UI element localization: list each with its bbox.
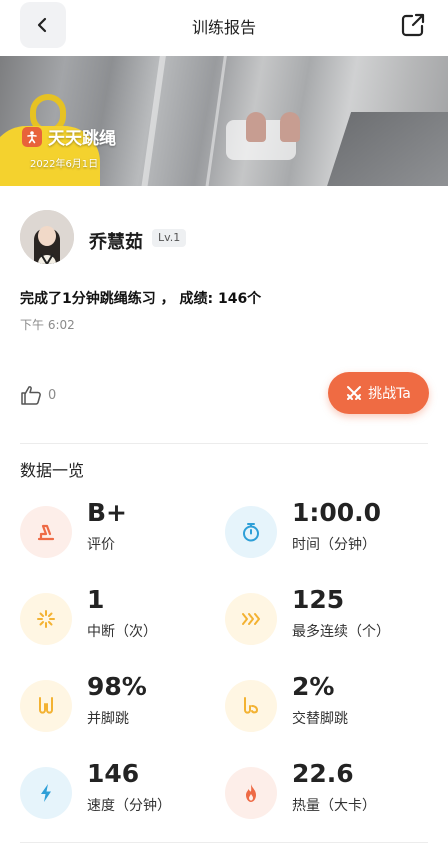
- stat-interruptions: 1 中断（次）: [20, 585, 220, 655]
- like-count: 0: [48, 387, 57, 403]
- banner-date: 2022年6月1日: [30, 159, 99, 170]
- brand-name: 天天跳绳: [48, 129, 116, 149]
- share-button[interactable]: [400, 12, 426, 38]
- page-title: 训练报告: [191, 18, 256, 37]
- stat-label: 中断（次）: [87, 624, 157, 640]
- user-name: 乔慧茹: [89, 232, 143, 253]
- stat-value: B+: [87, 498, 128, 527]
- crossed-swords-icon: [347, 386, 362, 400]
- stat-icon-circle: [225, 593, 277, 645]
- thumbs-up-icon: [21, 386, 41, 405]
- flame-icon: [246, 784, 256, 802]
- top-bar: 训练报告: [0, 0, 448, 56]
- divider: [20, 443, 428, 444]
- stat-rating: B+ 评价: [20, 498, 220, 568]
- stat-icon-circle: [225, 506, 277, 558]
- stat-calories: 22.6 热量（大卡）: [225, 759, 425, 829]
- share-icon: [401, 13, 425, 37]
- like-button[interactable]: 0: [20, 384, 56, 406]
- stat-icon-circle: [225, 680, 277, 732]
- stat-icon-circle: [20, 767, 72, 819]
- stat-speed: 146 速度（分钟）: [20, 759, 220, 829]
- stat-value: 125: [292, 585, 345, 614]
- training-summary: 完成了1分钟跳绳练习 ， 成绩: 146个: [20, 291, 262, 307]
- stat-icon-circle: [20, 680, 72, 732]
- stat-time: 1:00.0 时间（分钟）: [225, 498, 425, 568]
- stat-icon-circle: [225, 767, 277, 819]
- brand-logo-icon: [22, 126, 42, 147]
- stat-label: 热量（大卡）: [292, 798, 376, 814]
- stat-label: 时间（分钟）: [292, 537, 376, 553]
- challenge-button[interactable]: 挑战Ta: [328, 372, 429, 414]
- stat-alternate-feet: 2% 交替脚跳: [225, 672, 425, 742]
- stat-label: 评价: [87, 537, 115, 553]
- stat-value: 146: [87, 759, 140, 788]
- stats-section-title: 数据一览: [20, 461, 85, 480]
- stat-value: 1:00.0: [292, 498, 382, 527]
- divider: [20, 842, 428, 843]
- stopwatch-icon: [243, 523, 259, 542]
- stat-value: 22.6: [292, 759, 354, 788]
- interruption-icon: [37, 610, 55, 628]
- lightning-icon: [41, 784, 51, 802]
- avatar[interactable]: [20, 210, 74, 264]
- alternate-feet-icon: [244, 697, 259, 714]
- level-badge: Lv.1: [152, 229, 187, 247]
- stat-feet-together: 98% 并脚跳: [20, 672, 220, 742]
- stat-value: 98%: [87, 672, 147, 701]
- stat-value: 2%: [292, 672, 335, 701]
- feet-together-icon: [39, 697, 53, 714]
- post-time: 下午 6:02: [20, 318, 75, 332]
- stat-label: 交替脚跳: [292, 711, 348, 727]
- stat-icon-circle: [20, 506, 72, 558]
- brand-watermark: 天天跳绳: [22, 124, 116, 149]
- stat-max-streak: 125 最多连续（个）: [225, 585, 425, 655]
- stat-label: 速度（分钟）: [87, 798, 171, 814]
- stat-label: 并脚跳: [87, 711, 129, 727]
- streak-icon: [242, 613, 260, 625]
- challenge-label: 挑战Ta: [368, 386, 411, 402]
- rating-icon: [37, 524, 55, 541]
- stat-icon-circle: [20, 593, 72, 645]
- stat-label: 最多连续（个）: [292, 624, 390, 640]
- stat-value: 1: [87, 585, 105, 614]
